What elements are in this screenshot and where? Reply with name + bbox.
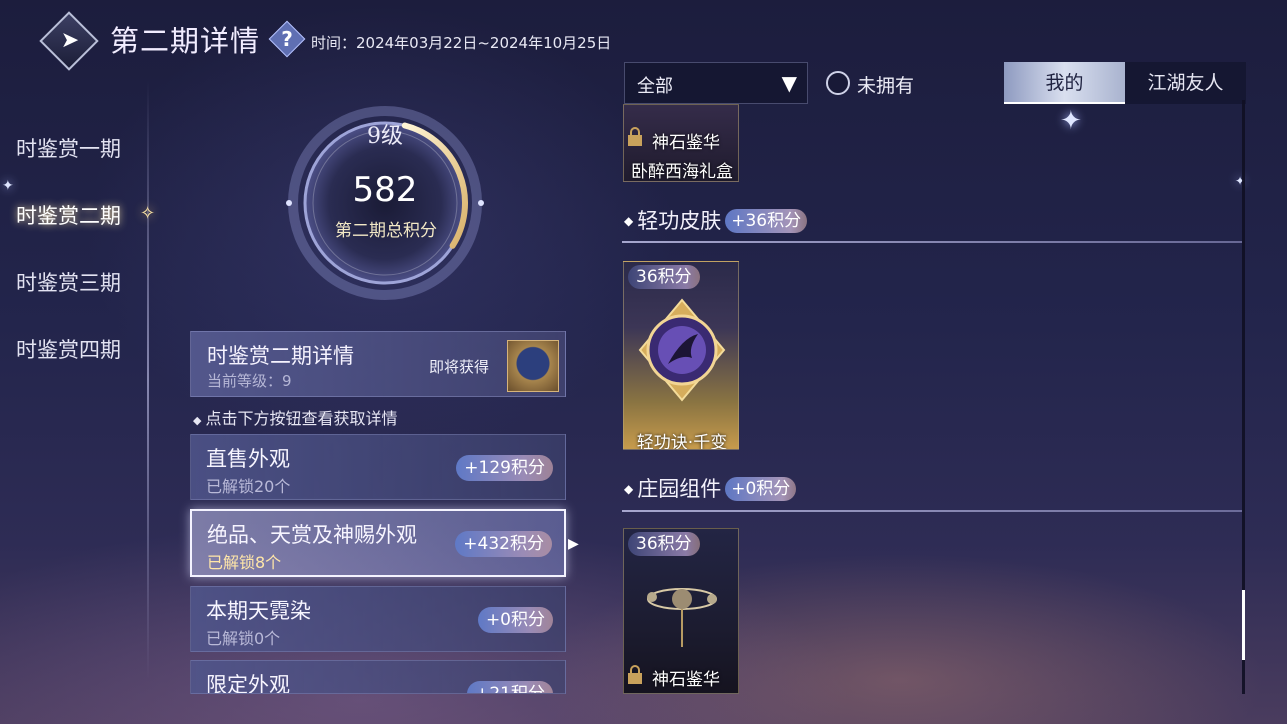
upcoming-reward-thumbnail[interactable]: [507, 340, 559, 392]
category-name: 限定外观: [206, 673, 290, 694]
section-points: +36积分: [725, 209, 808, 233]
not-owned-label[interactable]: 未拥有: [857, 71, 914, 98]
scrollbar-thumb[interactable]: [1242, 590, 1245, 660]
period-detail-panel: 时鉴赏二期详情 当前等级：9 即将获得: [190, 331, 566, 397]
nav-item-period-1[interactable]: 时鉴赏一期: [16, 133, 121, 163]
total-points: 582: [352, 170, 418, 210]
not-owned-radio[interactable]: [826, 71, 850, 95]
category-name: 绝品、天赏及神赐外观: [207, 523, 417, 547]
section-heading-skin: ◆ 轻功皮肤 +36积分: [624, 205, 808, 235]
item-card[interactable]: 36积分 神石鉴华: [623, 528, 739, 694]
selected-arrow-icon: ▶: [568, 536, 579, 552]
filter-dropdown-value: 全部: [637, 76, 673, 97]
category-status: 已解锁8个: [207, 553, 282, 572]
tab-mine[interactable]: 我的: [1004, 62, 1125, 104]
current-level: 当前等级：9: [207, 372, 292, 390]
section-divider: [622, 510, 1242, 512]
category-name: 直售外观: [206, 447, 290, 471]
section-heading-estate: ◆ 庄园组件 +0积分: [624, 473, 797, 503]
category-status: 已解锁0个: [206, 629, 281, 648]
hint-text: ◆ 点击下方按钮查看获取详情: [193, 409, 398, 428]
estate-ornament-icon: [647, 588, 717, 647]
item-points-badge: 36积分: [628, 532, 700, 556]
item-tag: 神石鉴华: [652, 670, 720, 690]
category-card-selected[interactable]: 绝品、天赏及神赐外观 已解锁8个 +432积分: [190, 509, 566, 577]
nav-item-period-4[interactable]: 时鉴赏四期: [16, 334, 121, 364]
time-range: 时间：2024年03月22日~2024年10月25日: [311, 34, 612, 52]
item-name: 轻功诀·千变: [636, 433, 728, 450]
page-title: 第二期详情: [110, 24, 261, 58]
section-divider: [622, 241, 1242, 243]
total-points-caption: 第二期总积分: [335, 221, 437, 241]
item-card[interactable]: 36积分 轻功诀·千变: [623, 261, 739, 450]
period-detail-title: 时鉴赏二期详情: [207, 344, 354, 368]
category-card[interactable]: 直售外观 已解锁20个 +129积分: [190, 434, 566, 500]
category-points: +21积分: [467, 681, 553, 693]
lock-icon: [628, 665, 642, 684]
item-tag: 神石鉴华: [652, 133, 720, 153]
filter-dropdown[interactable]: 全部 ▼: [624, 62, 808, 104]
nav-divider: [147, 80, 149, 680]
back-arrow-icon: ➤: [60, 28, 80, 53]
item-card[interactable]: 神石鉴华 卧醉西海礼盒: [623, 104, 739, 182]
item-name: 卧醉西海礼盒: [631, 162, 733, 182]
sparkle-icon: ✦: [1060, 106, 1082, 136]
category-name: 本期天霓染: [206, 599, 311, 623]
question-icon: ?: [281, 27, 293, 51]
section-points: +0积分: [725, 477, 797, 501]
category-status: 已解锁20个: [206, 477, 291, 496]
qinggong-emblem-icon: [638, 298, 726, 402]
active-nav-marker-icon: ✧: [140, 203, 156, 224]
lock-icon: [628, 127, 642, 146]
category-points: +129积分: [456, 455, 553, 481]
sparkle-icon: ✦: [2, 178, 14, 194]
chevron-down-icon: ▼: [781, 71, 797, 95]
category-points: +0积分: [477, 607, 553, 633]
level-label: 9级: [367, 124, 403, 149]
nav-item-period-3[interactable]: 时鉴赏三期: [16, 267, 121, 297]
category-points: +432积分: [455, 531, 552, 557]
nav-item-period-2[interactable]: 时鉴赏二期: [16, 200, 121, 230]
upcoming-reward-label: 即将获得: [429, 358, 490, 376]
tab-friends[interactable]: 江湖友人: [1125, 62, 1246, 104]
category-card[interactable]: 限定外观 +21积分: [190, 660, 566, 694]
category-card[interactable]: 本期天霓染 已解锁0个 +0积分: [190, 586, 566, 652]
item-points-badge: 36积分: [628, 265, 700, 289]
